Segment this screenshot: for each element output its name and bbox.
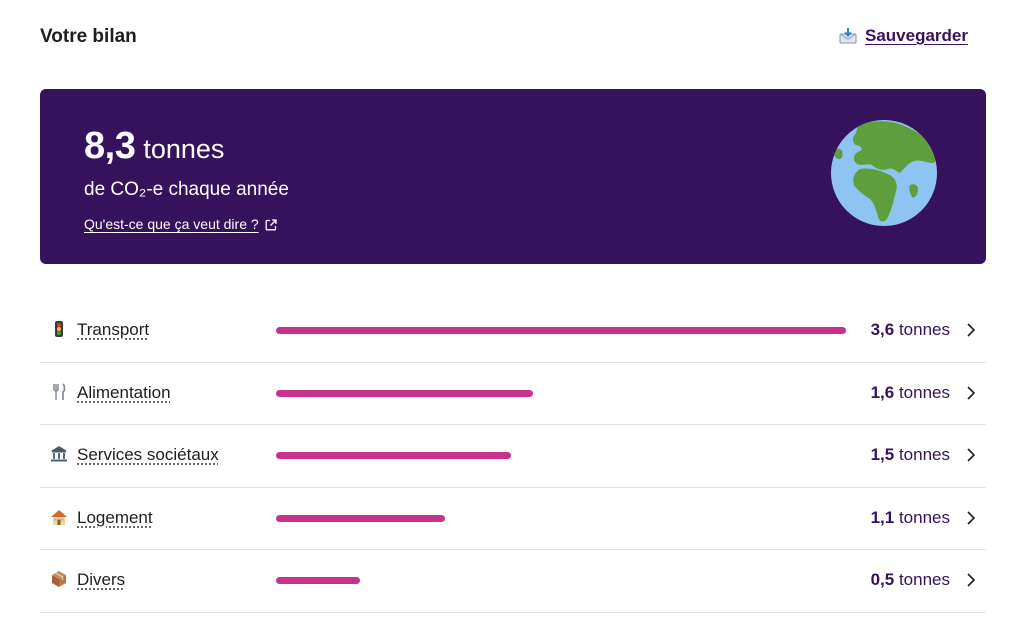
category-value: 0,5 tonnes: [871, 570, 950, 590]
category-value-unit: tonnes: [898, 382, 950, 402]
category-row-alimentation[interactable]: Alimentation 1,6 tonnes: [40, 363, 986, 425]
category-bar-fill: [276, 577, 361, 584]
external-link-icon: [265, 218, 277, 231]
category-value-unit: tonnes: [898, 570, 950, 589]
category-row-logement[interactable]: Logement 1,1 tonnes: [40, 488, 986, 550]
category-label: Logement: [77, 507, 153, 527]
category-label: Transport: [77, 320, 150, 339]
category-value-number: 1,6: [870, 382, 895, 402]
category-value: 1,1 tonnes: [871, 508, 950, 528]
category-bar: [276, 577, 846, 584]
category-bar-fill: [276, 327, 846, 334]
category-row-services-societaux[interactable]: Services sociétaux 1,5 tonnes: [40, 425, 986, 488]
total-value: 8,3: [84, 125, 136, 167]
info-link-label: Qu'est-ce que ça veut dire ?: [84, 216, 259, 232]
category-label: Divers: [77, 570, 126, 589]
total-footprint: 8,3 tonnes: [84, 125, 224, 168]
page-title: Votre bilan: [40, 26, 137, 47]
category-value: 1,6 tonnes: [871, 383, 950, 403]
chevron-right-icon: [964, 322, 978, 338]
category-bar-fill: [276, 452, 511, 459]
info-link[interactable]: Qu'est-ce que ça veut dire ?: [84, 216, 277, 232]
classical-building-icon: [50, 445, 68, 463]
total-unit: tonnes: [143, 134, 225, 164]
save-label: Sauvegarder: [865, 26, 968, 45]
category-bar: [276, 327, 846, 334]
category-bar: [276, 514, 846, 522]
package-icon: [50, 570, 68, 588]
summary-subtitle: de CO₂-e chaque année: [84, 179, 289, 200]
category-value-unit: tonnes: [898, 507, 950, 527]
category-bar-fill: [276, 514, 445, 522]
fork-knife-icon: [50, 382, 68, 401]
category-value-unit: tonnes: [898, 445, 950, 464]
category-bar-fill: [276, 389, 534, 397]
category-value-number: 0,5: [870, 570, 895, 589]
chevron-right-icon: [964, 385, 978, 401]
envelope-download-icon: [839, 28, 857, 44]
category-value-unit: tonnes: [898, 320, 950, 339]
category-value: 3,6 tonnes: [871, 320, 950, 340]
category-bar: [276, 452, 846, 459]
category-list: Transport 3,6 tonnes Alimentation 1,6 to…: [40, 300, 986, 613]
save-button[interactable]: Sauvegarder: [839, 26, 968, 46]
category-row-divers[interactable]: Divers 0,5 tonnes: [40, 550, 986, 613]
header: Votre bilan Sauvegarder: [40, 26, 968, 52]
traffic-light-icon: [50, 320, 68, 338]
summary-card: 8,3 tonnes de CO₂-e chaque année Qu'est-c…: [40, 89, 986, 264]
category-value-number: 3,6: [870, 320, 895, 339]
house-icon: [50, 508, 68, 526]
chevron-right-icon: [964, 572, 978, 588]
category-label: Services sociétaux: [77, 445, 219, 464]
category-value: 1,5 tonnes: [871, 445, 950, 465]
chevron-right-icon: [964, 510, 978, 526]
earth-globe-icon: [830, 119, 938, 227]
chevron-right-icon: [964, 447, 978, 463]
category-label: Alimentation: [77, 382, 171, 402]
category-row-transport[interactable]: Transport 3,6 tonnes: [40, 300, 986, 363]
category-value-number: 1,1: [870, 507, 895, 527]
category-bar: [276, 389, 846, 397]
category-value-number: 1,5: [870, 445, 895, 464]
